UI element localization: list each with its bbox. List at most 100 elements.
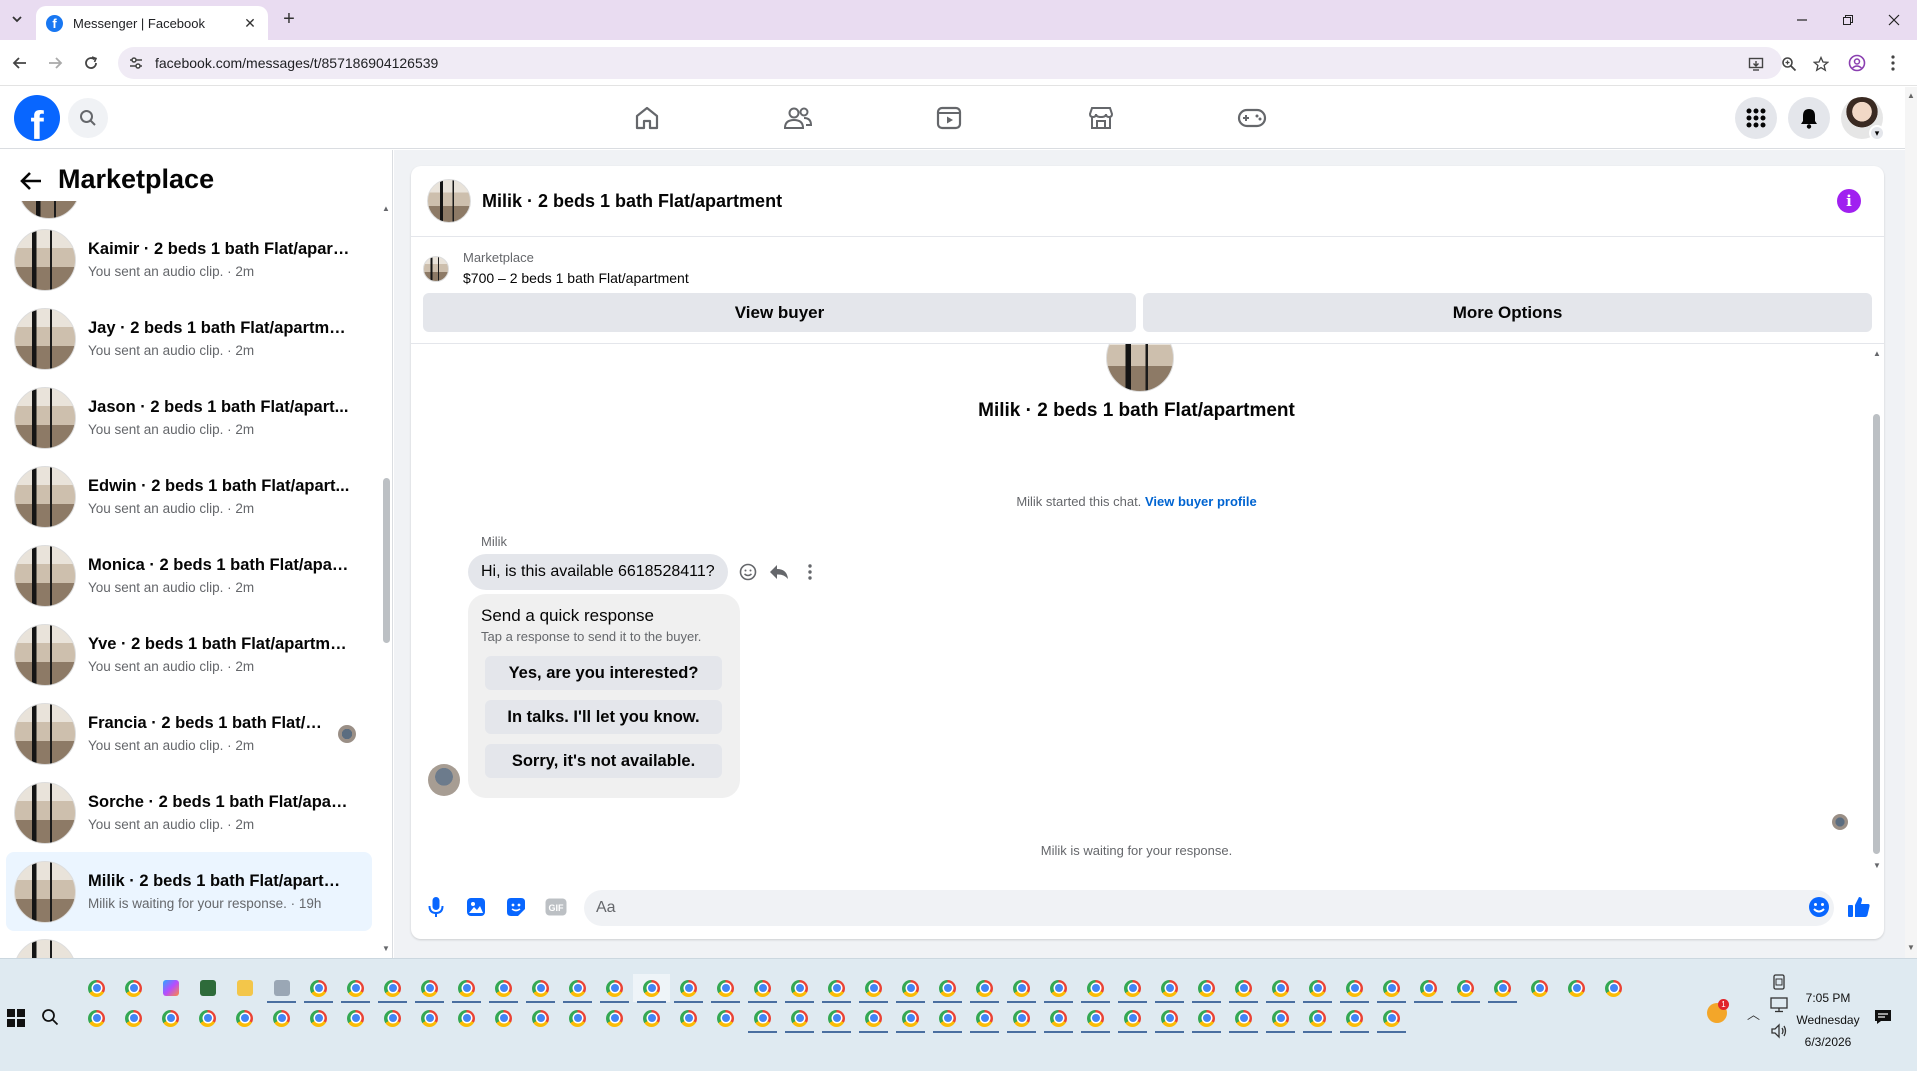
chrome-taskbar-icon[interactable]: [1373, 1004, 1410, 1033]
chrome-taskbar-icon[interactable]: [263, 1004, 300, 1032]
chrome-taskbar-icon[interactable]: [374, 974, 411, 1003]
chrome-taskbar-icon[interactable]: [1225, 1004, 1262, 1033]
chrome-taskbar-icon[interactable]: [1003, 974, 1040, 1003]
chrome-taskbar-icon[interactable]: [337, 1004, 374, 1032]
message-input[interactable]: [584, 890, 1834, 926]
chrome-taskbar-icon[interactable]: [78, 1004, 115, 1032]
chat-title[interactable]: Milik · 2 beds 1 bath Flat/apartment: [482, 191, 782, 212]
chrome-taskbar-icon[interactable]: [522, 1004, 559, 1032]
menu-grid-icon[interactable]: [1735, 97, 1777, 139]
view-buyer-button[interactable]: View buyer: [423, 293, 1136, 332]
sticker-icon[interactable]: [503, 894, 529, 920]
conversation-item[interactable]: Sorche · 2 beds 1 bath Flat/apart... You …: [6, 773, 372, 852]
conversation-item[interactable]: Yve · 2 beds 1 bath Flat/apartment You se…: [6, 615, 372, 694]
conversation-item[interactable]: Edwin · 2 beds 1 bath Flat/apart... You s…: [6, 457, 372, 536]
conversation-item[interactable]: Monica · 2 beds 1 bath Flat/apar... You s…: [6, 536, 372, 615]
chrome-taskbar-icon[interactable]: [633, 1004, 670, 1032]
chrome-taskbar-icon[interactable]: [1040, 1004, 1077, 1033]
zoom-icon[interactable]: [1780, 55, 1798, 73]
chrome-taskbar-icon[interactable]: [892, 1004, 929, 1033]
chrome-taskbar-icon[interactable]: [78, 974, 115, 1002]
chrome-taskbar-icon[interactable]: [1262, 1004, 1299, 1033]
chrome-taskbar-icon[interactable]: [818, 974, 855, 1003]
chrome-taskbar-icon[interactable]: [1114, 974, 1151, 1003]
photo-icon[interactable]: [463, 894, 489, 920]
chrome-taskbar-icon[interactable]: [152, 1004, 189, 1032]
chrome-taskbar-icon[interactable]: [522, 974, 559, 1003]
video-icon[interactable]: [928, 97, 970, 139]
chrome-taskbar-icon[interactable]: [1077, 974, 1114, 1003]
chrome-taskbar-icon[interactable]: [1114, 1004, 1151, 1033]
chrome-taskbar-icon[interactable]: [966, 1004, 1003, 1033]
scroll-down-arrow-icon[interactable]: ▼: [381, 944, 391, 954]
chrome-taskbar-icon[interactable]: [929, 1004, 966, 1033]
conversation-item-active[interactable]: Milik · 2 beds 1 bath Flat/apartm... Mili…: [6, 852, 372, 931]
scroll-up-arrow-icon[interactable]: ▲: [1872, 349, 1882, 358]
conversation-item-partial[interactable]: [6, 931, 372, 958]
react-smiley-icon[interactable]: [736, 560, 760, 584]
conversation-item-partial[interactable]: [6, 201, 372, 220]
microphone-icon[interactable]: [423, 894, 449, 920]
chrome-taskbar-icon[interactable]: [1521, 974, 1558, 1002]
quick-reply-button[interactable]: Sorry, it's not available.: [485, 744, 722, 778]
reload-icon[interactable]: [79, 51, 103, 75]
chrome-taskbar-icon[interactable]: [1484, 974, 1521, 1003]
chrome-taskbar-icon[interactable]: [670, 974, 707, 1003]
chrome-taskbar-icon[interactable]: [1151, 974, 1188, 1003]
tab-search-chevron-icon[interactable]: [6, 8, 28, 30]
listing-price[interactable]: $700 – 2 beds 1 bath Flat/apartment: [463, 270, 689, 286]
chrome-taskbar-icon[interactable]: [1299, 974, 1336, 1003]
scroll-up-arrow-icon[interactable]: ▲: [381, 204, 391, 214]
chrome-taskbar-icon[interactable]: [1336, 974, 1373, 1003]
chrome-taskbar-icon[interactable]: [596, 974, 633, 1003]
chrome-taskbar-icon[interactable]: [1040, 974, 1077, 1003]
listing-thumbnail[interactable]: [423, 256, 449, 282]
conversation-item[interactable]: Kaimir · 2 beds 1 bath Flat/apart... You …: [6, 220, 372, 299]
chrome-taskbar-icon[interactable]: [744, 974, 781, 1003]
url-text[interactable]: facebook.com/messages/t/857186904126539: [155, 55, 438, 71]
more-options-button[interactable]: More Options: [1143, 293, 1872, 332]
info-icon[interactable]: i: [1837, 189, 1861, 213]
action-center-icon[interactable]: [1874, 1008, 1892, 1026]
clock-time[interactable]: 7:05 PM: [1780, 991, 1876, 1005]
taskbar-search-icon[interactable]: [41, 1008, 61, 1028]
chrome-taskbar-icon[interactable]: [1188, 974, 1225, 1003]
new-tab-plus-icon[interactable]: +: [278, 9, 300, 31]
chrome-taskbar-icon[interactable]: [1003, 1004, 1040, 1033]
chrome-taskbar-icon[interactable]: [855, 974, 892, 1003]
chrome-taskbar-icon[interactable]: [1188, 1004, 1225, 1033]
chrome-taskbar-icon[interactable]: [115, 974, 152, 1002]
clock-date[interactable]: 6/3/2026: [1780, 1035, 1876, 1049]
sidebar-scrollbar[interactable]: [383, 478, 390, 643]
site-settings-icon[interactable]: [128, 55, 144, 71]
chrome-taskbar-icon[interactable]: [411, 1004, 448, 1032]
emoji-icon[interactable]: [1806, 894, 1832, 920]
chat-scrollbar[interactable]: [1873, 414, 1880, 854]
tray-chevron-up-icon[interactable]: ︿: [1747, 1004, 1760, 1023]
chrome-taskbar-icon[interactable]: [374, 1004, 411, 1032]
chrome-taskbar-icon[interactable]: [670, 1004, 707, 1032]
view-buyer-profile-link[interactable]: View buyer profile: [1145, 494, 1257, 509]
chrome-taskbar-icon[interactable]: [115, 1004, 152, 1032]
reply-icon[interactable]: [767, 560, 791, 584]
thumbs-up-icon[interactable]: [1846, 894, 1872, 920]
chrome-taskbar-icon[interactable]: [1373, 974, 1410, 1003]
browser-menu-icon[interactable]: [1881, 51, 1905, 75]
install-app-icon[interactable]: [1747, 55, 1765, 73]
chrome-taskbar-icon[interactable]: [1558, 974, 1595, 1002]
conversation-item[interactable]: Jason · 2 beds 1 bath Flat/apart... You s…: [6, 378, 372, 457]
notepad-taskbar-icon[interactable]: [189, 974, 226, 1002]
profile-icon[interactable]: [1845, 51, 1869, 75]
chat-avatar[interactable]: [427, 179, 471, 223]
windows-start-icon[interactable]: [7, 1009, 25, 1027]
chrome-taskbar-icon[interactable]: [485, 974, 522, 1003]
chrome-taskbar-icon[interactable]: [744, 1004, 781, 1033]
facebook-logo-icon[interactable]: f: [14, 95, 60, 141]
sender-avatar[interactable]: [428, 764, 460, 796]
chrome-taskbar-icon[interactable]: [596, 1004, 633, 1032]
back-arrow-icon[interactable]: [8, 51, 32, 75]
conversation-item[interactable]: Jay · 2 beds 1 bath Flat/apartment You se…: [6, 299, 372, 378]
chrome-taskbar-icon[interactable]: [1262, 974, 1299, 1003]
chrome-taskbar-icon[interactable]: [1225, 974, 1262, 1003]
chrome-taskbar-icon[interactable]: [1077, 1004, 1114, 1033]
